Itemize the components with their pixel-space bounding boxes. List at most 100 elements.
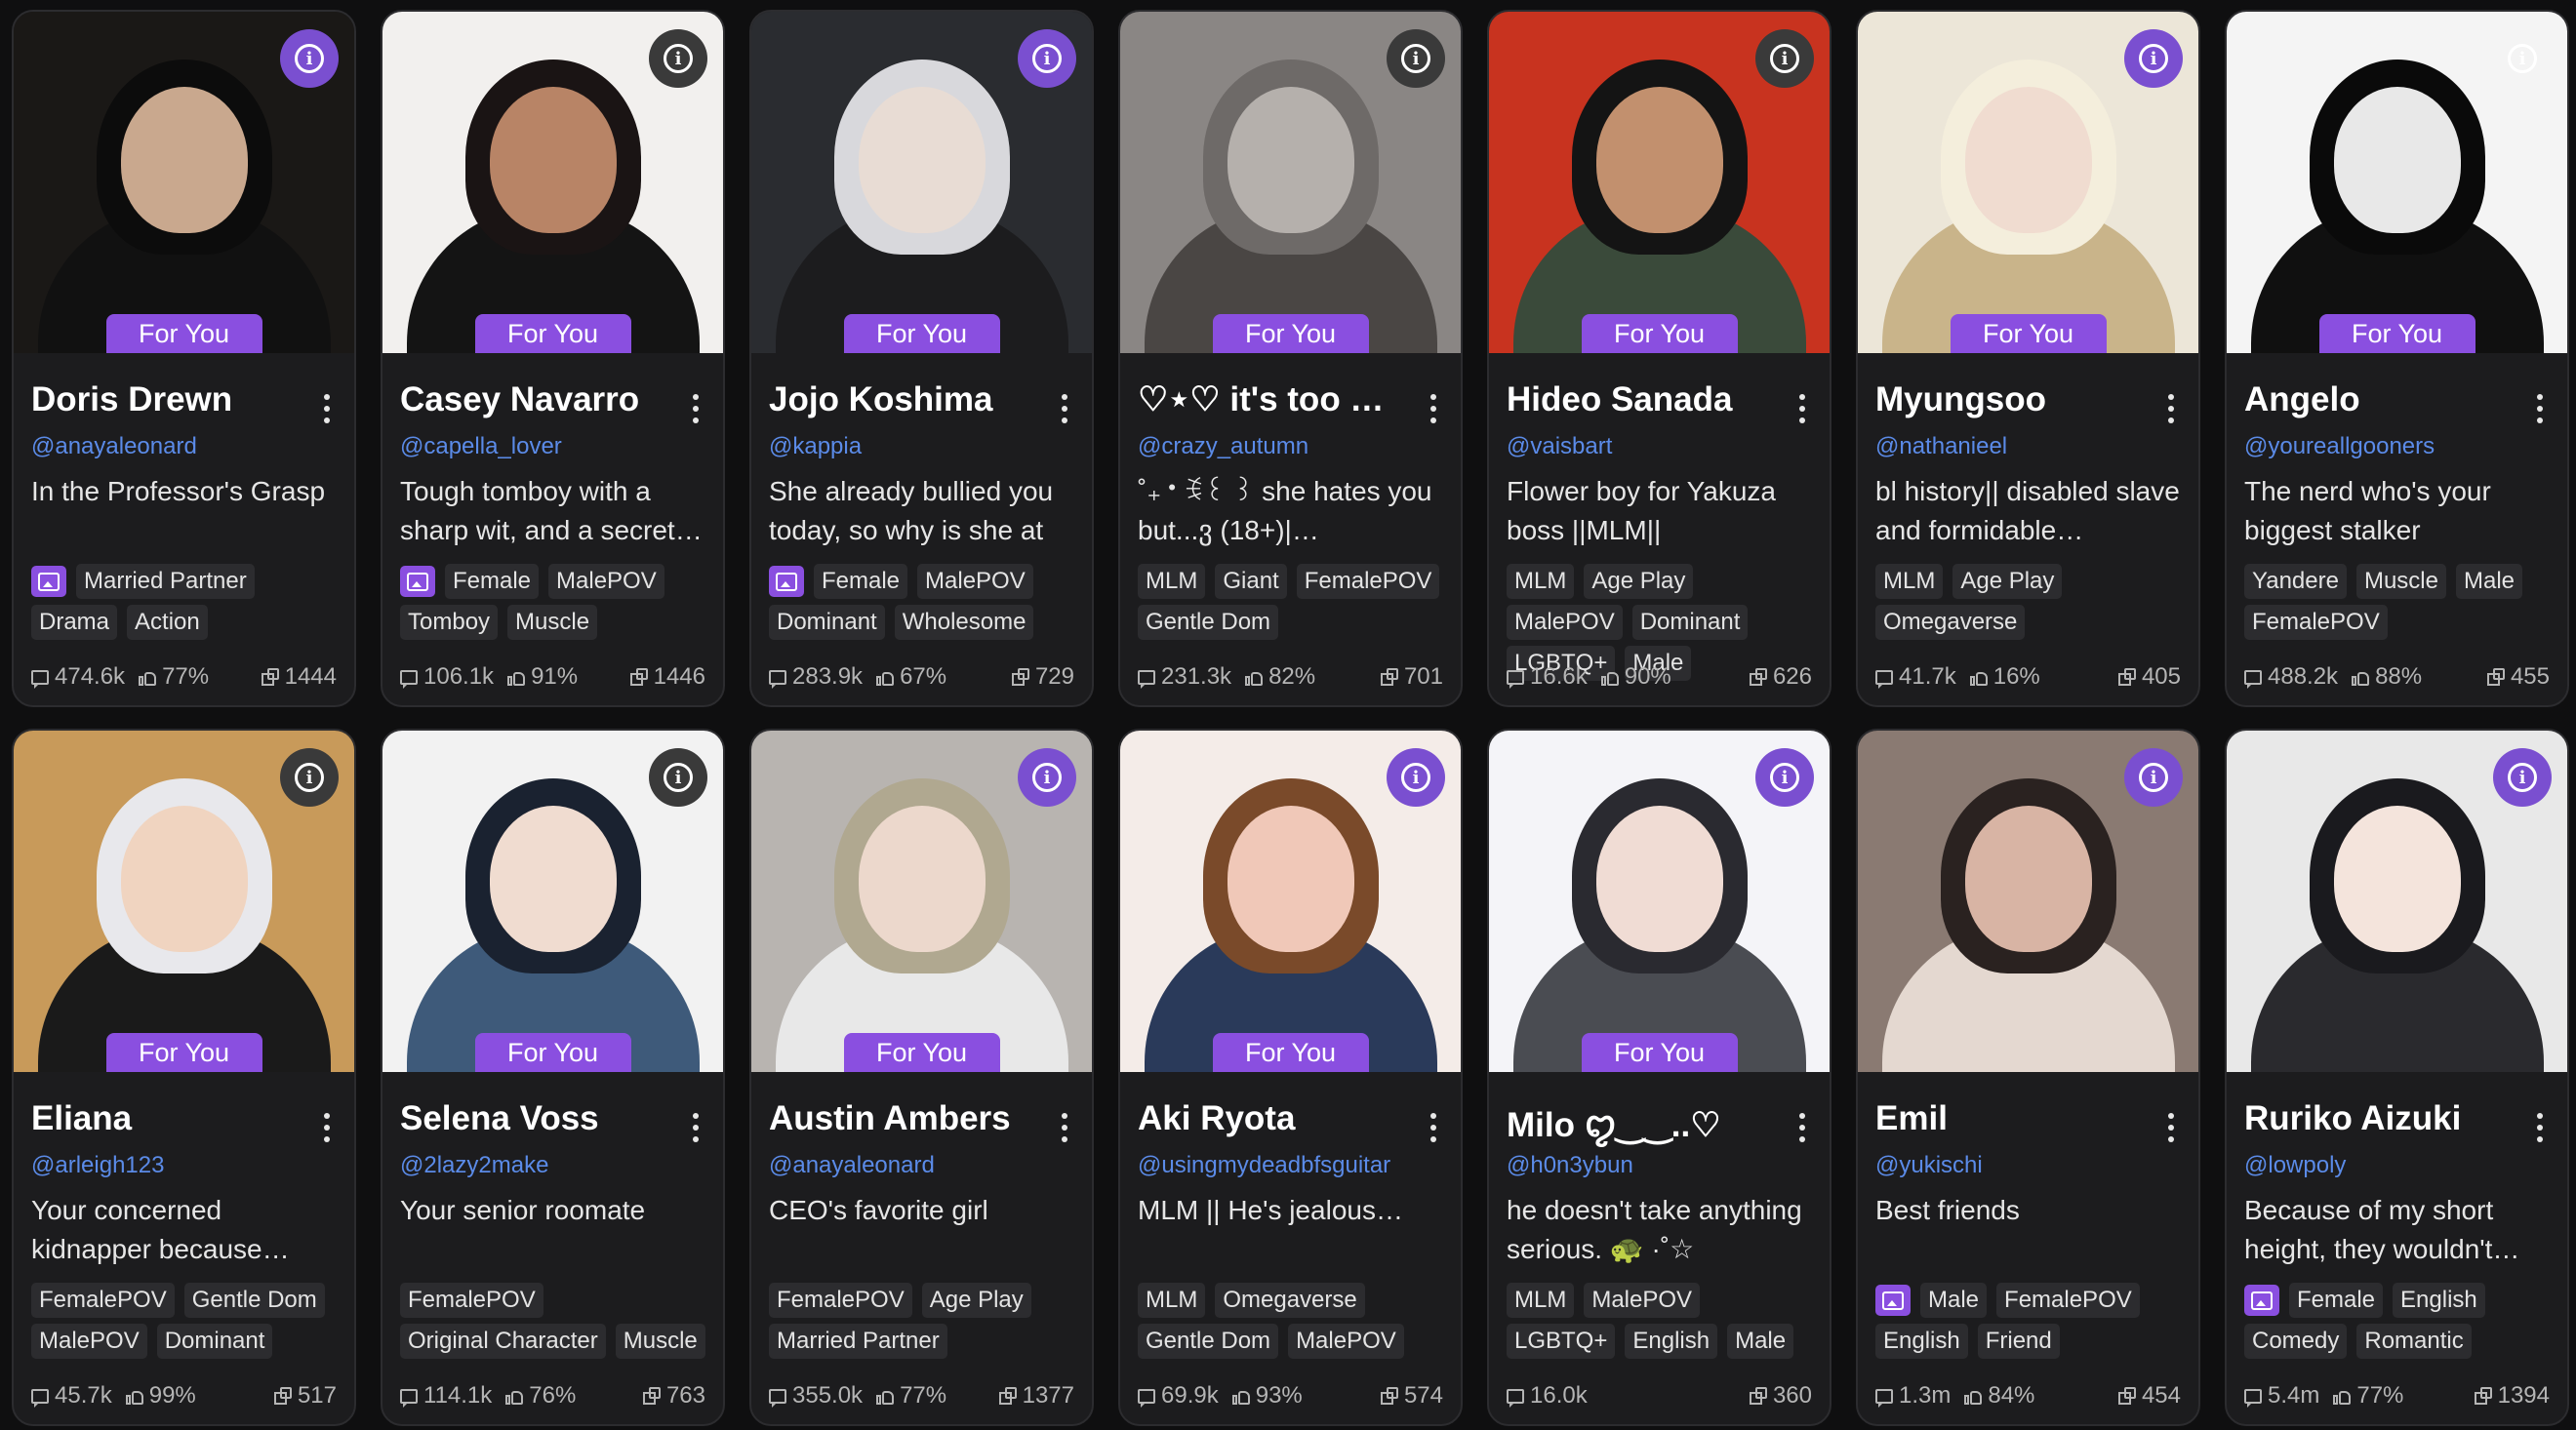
info-button[interactable]: i [280, 748, 339, 807]
info-button[interactable]: i [649, 748, 707, 807]
tag-chip[interactable]: Male [1920, 1283, 1988, 1318]
tag-chip[interactable]: FemalePOV [1996, 1283, 2140, 1318]
creator-handle[interactable]: @kappia [769, 433, 1074, 460]
tag-chip[interactable]: Muscle [2355, 564, 2446, 599]
character-name[interactable]: Emil [1875, 1099, 2140, 1138]
more-options-icon[interactable] [692, 394, 700, 423]
creator-handle[interactable]: @crazy_autumn [1138, 433, 1443, 460]
character-thumbnail[interactable]: i For You [14, 12, 354, 353]
tag-chip[interactable]: Tomboy [400, 605, 499, 640]
tag-chip[interactable]: LGBTQ+ [1507, 1324, 1616, 1359]
tag-chip[interactable]: MalePOV [548, 564, 664, 599]
character-card[interactable]: i For You Myungsoo @nathanieel bl history|| … [1856, 10, 2200, 707]
creator-handle[interactable]: @lowpoly [2244, 1152, 2550, 1179]
character-name[interactable]: Selena Voss [400, 1099, 664, 1138]
tag-chip[interactable]: Giant [1215, 564, 1287, 599]
tag-chip[interactable]: Muscle [507, 605, 598, 640]
creator-handle[interactable]: @2lazy2make [400, 1152, 705, 1179]
character-card[interactable]: i For You Hideo Sanada @vaisbart Flower boy … [1487, 10, 1831, 707]
more-options-icon[interactable] [323, 394, 331, 423]
creator-handle[interactable]: @h0n3ybun [1507, 1152, 1812, 1179]
more-options-icon[interactable] [323, 1113, 331, 1142]
info-button[interactable]: i [1018, 748, 1076, 807]
tag-chip[interactable]: English [1625, 1324, 1718, 1359]
character-thumbnail[interactable]: i For You [2227, 12, 2567, 353]
tag-chip[interactable]: Age Play [1584, 564, 1694, 599]
info-button[interactable]: i [1387, 748, 1445, 807]
character-name[interactable]: Hideo Sanada [1507, 380, 1771, 419]
creator-handle[interactable]: @anayaleonard [769, 1152, 1074, 1179]
creator-handle[interactable]: @anayaleonard [31, 433, 337, 460]
creator-handle[interactable]: @arleigh123 [31, 1152, 337, 1179]
character-card[interactable]: i For You Casey Navarro @capella_lover Tough… [381, 10, 725, 707]
character-name[interactable]: Eliana [31, 1099, 296, 1138]
creator-handle[interactable]: @yukischi [1875, 1152, 2181, 1179]
tag-chip[interactable]: Yandere [2244, 564, 2347, 599]
character-thumbnail[interactable]: i For You [1489, 12, 1830, 353]
character-card[interactable]: i For You Jojo Koshima @kappia She already b… [749, 10, 1094, 707]
creator-handle[interactable]: @capella_lover [400, 433, 705, 460]
creator-handle[interactable]: @youreallgooners [2244, 433, 2550, 460]
tag-chip[interactable]: Age Play [921, 1283, 1031, 1318]
character-thumbnail[interactable]: i For You [751, 12, 1092, 353]
tag-chip[interactable]: MalePOV [31, 1324, 147, 1359]
more-options-icon[interactable] [2536, 1113, 2544, 1142]
tag-chip[interactable]: MalePOV [917, 564, 1033, 599]
more-options-icon[interactable] [692, 1113, 700, 1142]
tag-chip[interactable]: MLM [1507, 1283, 1575, 1318]
character-card[interactable]: i Emil @yukischi Best friends Male FemalePOV E… [1856, 729, 2200, 1426]
tag-chip[interactable]: Gentle Dom [1138, 1324, 1279, 1359]
tag-chip[interactable]: MalePOV [1507, 605, 1623, 640]
tag-chip[interactable]: Female [2289, 1283, 2384, 1318]
character-card[interactable]: i For You Eliana @arleigh123 Your concerned … [12, 729, 356, 1426]
tag-chip[interactable]: Comedy [2244, 1324, 2348, 1359]
tag-chip[interactable]: Action [127, 605, 208, 640]
character-thumbnail[interactable]: i For You [1120, 731, 1461, 1072]
character-card[interactable]: i For You Selena Voss @2lazy2make Your senio… [381, 729, 725, 1426]
tag-chip[interactable]: FemalePOV [1296, 564, 1440, 599]
info-button[interactable]: i [2124, 29, 2183, 88]
tag-chip[interactable]: Romantic [2356, 1324, 2472, 1359]
tag-chip[interactable]: FemalePOV [2244, 605, 2388, 640]
tag-chip[interactable]: Gentle Dom [1138, 605, 1279, 640]
info-button[interactable]: i [2124, 748, 2183, 807]
tag-chip[interactable]: Friend [1977, 1324, 2060, 1359]
character-thumbnail[interactable]: i For You [1489, 731, 1830, 1072]
character-name[interactable]: Angelo [2244, 380, 2509, 419]
creator-handle[interactable]: @vaisbart [1507, 433, 1812, 460]
tag-chip[interactable]: English [1875, 1324, 1968, 1359]
tag-chip[interactable]: FemalePOV [31, 1283, 175, 1318]
character-card[interactable]: i For You Aki Ryota @usingmydeadbfsguitar ML… [1118, 729, 1463, 1426]
tag-chip[interactable]: MalePOV [1584, 1283, 1701, 1318]
info-button[interactable]: i [1755, 29, 1814, 88]
tag-chip[interactable]: MLM [1138, 564, 1206, 599]
character-card[interactable]: i For You Milo ꨄ︎‿‿..♡ @h0n3ybun he doesn't … [1487, 729, 1831, 1426]
tag-chip[interactable]: Female [445, 564, 540, 599]
tag-chip[interactable]: Male [1727, 1324, 1794, 1359]
character-card[interactable]: i Ruriko Aizuki @lowpoly Because of my shor… [2225, 729, 2569, 1426]
creator-handle[interactable]: @usingmydeadbfsguitar [1138, 1152, 1443, 1179]
character-thumbnail[interactable]: i For You [751, 731, 1092, 1072]
tag-chip[interactable]: Original Character [400, 1324, 606, 1359]
character-name[interactable]: Ruriko Aizuki [2244, 1099, 2509, 1138]
info-button[interactable]: i [1018, 29, 1076, 88]
more-options-icon[interactable] [1798, 1113, 1806, 1142]
tag-chip[interactable]: Muscle [615, 1324, 705, 1359]
character-name[interactable]: Myungsoo [1875, 380, 2140, 419]
character-name[interactable]: Doris Drewn [31, 380, 296, 419]
info-button[interactable]: i [1387, 29, 1445, 88]
tag-chip[interactable]: Dominant [769, 605, 885, 640]
character-name[interactable]: Casey Navarro [400, 380, 664, 419]
character-thumbnail[interactable]: i [1858, 731, 2198, 1072]
more-options-icon[interactable] [2167, 394, 2175, 423]
character-thumbnail[interactable]: i [2227, 731, 2567, 1072]
tag-chip[interactable]: Age Play [1952, 564, 2063, 599]
more-options-icon[interactable] [1429, 1113, 1437, 1142]
character-thumbnail[interactable]: i For You [382, 12, 723, 353]
character-thumbnail[interactable]: i For You [14, 731, 354, 1072]
tag-chip[interactable]: Female [814, 564, 908, 599]
more-options-icon[interactable] [1061, 1113, 1068, 1142]
info-button[interactable]: i [649, 29, 707, 88]
character-thumbnail[interactable]: i For You [1120, 12, 1461, 353]
tag-chip[interactable]: Omegaverse [1215, 1283, 1365, 1318]
